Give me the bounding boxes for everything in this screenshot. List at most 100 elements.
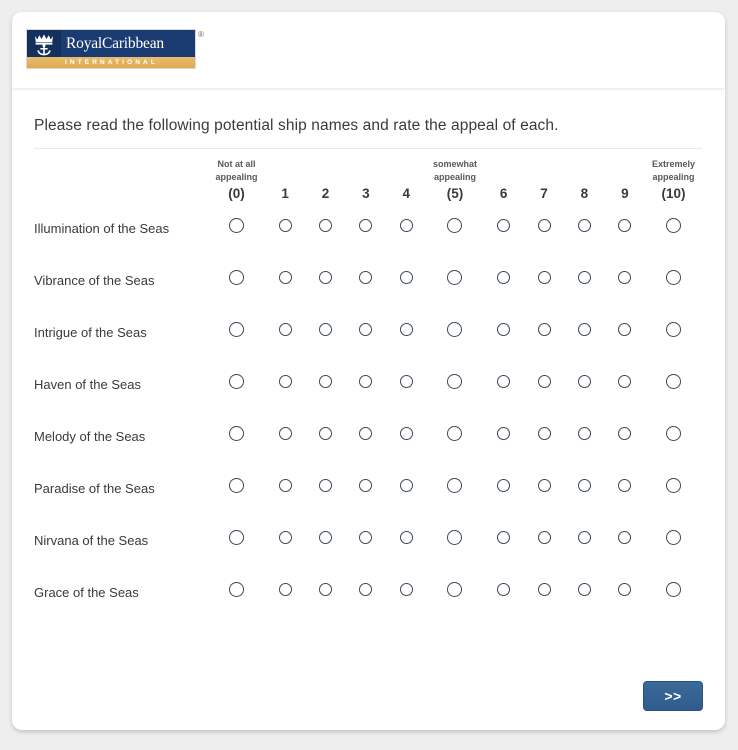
rating-cell[interactable] <box>605 566 645 618</box>
radio-button-r4-c1[interactable] <box>278 427 292 440</box>
radio-button-r2-c10[interactable] <box>666 322 681 337</box>
rating-cell[interactable] <box>564 410 604 462</box>
radio-button-r3-c1[interactable] <box>278 375 292 388</box>
radio-button-r5-c4[interactable] <box>399 479 413 492</box>
radio-button-r5-c8[interactable] <box>577 479 591 492</box>
rating-cell[interactable] <box>305 254 345 306</box>
radio-button-r5-c2[interactable] <box>319 479 333 492</box>
radio-button-r1-c8[interactable] <box>577 271 591 284</box>
rating-cell[interactable] <box>305 514 345 566</box>
rating-cell[interactable] <box>208 462 265 514</box>
radio-button-r6-c2[interactable] <box>319 531 333 544</box>
radio-button-r1-c1[interactable] <box>278 271 292 284</box>
rating-cell[interactable] <box>265 254 305 306</box>
next-button[interactable]: >> <box>643 681 703 711</box>
radio-button-r4-c7[interactable] <box>537 427 551 440</box>
rating-cell[interactable] <box>483 254 523 306</box>
rating-cell[interactable] <box>645 462 702 514</box>
radio-button-r6-c8[interactable] <box>577 531 591 544</box>
radio-button-r1-c6[interactable] <box>497 271 511 284</box>
rating-cell[interactable] <box>386 566 426 618</box>
radio-button-r0-c0[interactable] <box>228 218 244 233</box>
radio-button-r5-c6[interactable] <box>497 479 511 492</box>
radio-button-r1-c7[interactable] <box>537 271 551 284</box>
radio-button-r5-c1[interactable] <box>278 479 292 492</box>
rating-cell[interactable] <box>208 254 265 306</box>
rating-cell[interactable] <box>265 306 305 358</box>
radio-button-r7-c3[interactable] <box>359 583 373 596</box>
rating-cell[interactable] <box>483 202 523 254</box>
rating-cell[interactable] <box>305 462 345 514</box>
radio-button-r4-c3[interactable] <box>359 427 373 440</box>
radio-button-r0-c4[interactable] <box>399 219 413 232</box>
rating-cell[interactable] <box>605 462 645 514</box>
radio-button-r2-c3[interactable] <box>359 323 373 336</box>
rating-cell[interactable] <box>386 410 426 462</box>
rating-cell[interactable] <box>208 410 265 462</box>
radio-button-r3-c10[interactable] <box>666 374 681 389</box>
radio-button-r3-c7[interactable] <box>537 375 551 388</box>
rating-cell[interactable] <box>427 462 484 514</box>
rating-cell[interactable] <box>346 462 386 514</box>
radio-button-r4-c6[interactable] <box>497 427 511 440</box>
rating-cell[interactable] <box>483 410 523 462</box>
rating-cell[interactable] <box>524 410 564 462</box>
radio-button-r2-c5[interactable] <box>447 322 463 337</box>
radio-button-r0-c7[interactable] <box>537 219 551 232</box>
radio-button-r4-c0[interactable] <box>228 426 244 441</box>
radio-button-r3-c5[interactable] <box>447 374 463 389</box>
radio-button-r5-c3[interactable] <box>359 479 373 492</box>
radio-button-r3-c3[interactable] <box>359 375 373 388</box>
rating-cell[interactable] <box>305 306 345 358</box>
rating-cell[interactable] <box>524 514 564 566</box>
rating-cell[interactable] <box>265 358 305 410</box>
rating-cell[interactable] <box>645 202 702 254</box>
rating-cell[interactable] <box>427 254 484 306</box>
radio-button-r1-c3[interactable] <box>359 271 373 284</box>
radio-button-r4-c5[interactable] <box>447 426 463 441</box>
rating-cell[interactable] <box>483 306 523 358</box>
rating-cell[interactable] <box>346 566 386 618</box>
radio-button-r7-c8[interactable] <box>577 583 591 596</box>
rating-cell[interactable] <box>305 202 345 254</box>
radio-button-r6-c4[interactable] <box>399 531 413 544</box>
rating-cell[interactable] <box>305 566 345 618</box>
rating-cell[interactable] <box>645 306 702 358</box>
radio-button-r7-c7[interactable] <box>537 583 551 596</box>
radio-button-r4-c9[interactable] <box>618 427 632 440</box>
rating-cell[interactable] <box>645 410 702 462</box>
rating-cell[interactable] <box>564 462 604 514</box>
radio-button-r3-c0[interactable] <box>228 374 244 389</box>
rating-cell[interactable] <box>605 254 645 306</box>
rating-cell[interactable] <box>305 410 345 462</box>
radio-button-r0-c2[interactable] <box>319 219 333 232</box>
radio-button-r2-c8[interactable] <box>577 323 591 336</box>
rating-cell[interactable] <box>427 358 484 410</box>
radio-button-r2-c9[interactable] <box>618 323 632 336</box>
radio-button-r6-c0[interactable] <box>228 530 244 545</box>
radio-button-r7-c6[interactable] <box>497 583 511 596</box>
radio-button-r2-c7[interactable] <box>537 323 551 336</box>
radio-button-r6-c1[interactable] <box>278 531 292 544</box>
radio-button-r7-c1[interactable] <box>278 583 292 596</box>
rating-cell[interactable] <box>483 566 523 618</box>
radio-button-r0-c1[interactable] <box>278 219 292 232</box>
rating-cell[interactable] <box>208 514 265 566</box>
rating-cell[interactable] <box>386 514 426 566</box>
rating-cell[interactable] <box>346 514 386 566</box>
rating-cell[interactable] <box>346 410 386 462</box>
rating-cell[interactable] <box>483 358 523 410</box>
radio-button-r4-c8[interactable] <box>577 427 591 440</box>
rating-cell[interactable] <box>386 306 426 358</box>
rating-cell[interactable] <box>208 358 265 410</box>
rating-cell[interactable] <box>265 514 305 566</box>
rating-cell[interactable] <box>564 254 604 306</box>
rating-cell[interactable] <box>265 202 305 254</box>
radio-button-r4-c10[interactable] <box>666 426 681 441</box>
radio-button-r3-c2[interactable] <box>319 375 333 388</box>
rating-cell[interactable] <box>564 306 604 358</box>
radio-button-r0-c3[interactable] <box>359 219 373 232</box>
rating-cell[interactable] <box>564 514 604 566</box>
radio-button-r6-c7[interactable] <box>537 531 551 544</box>
radio-button-r7-c5[interactable] <box>447 582 463 597</box>
